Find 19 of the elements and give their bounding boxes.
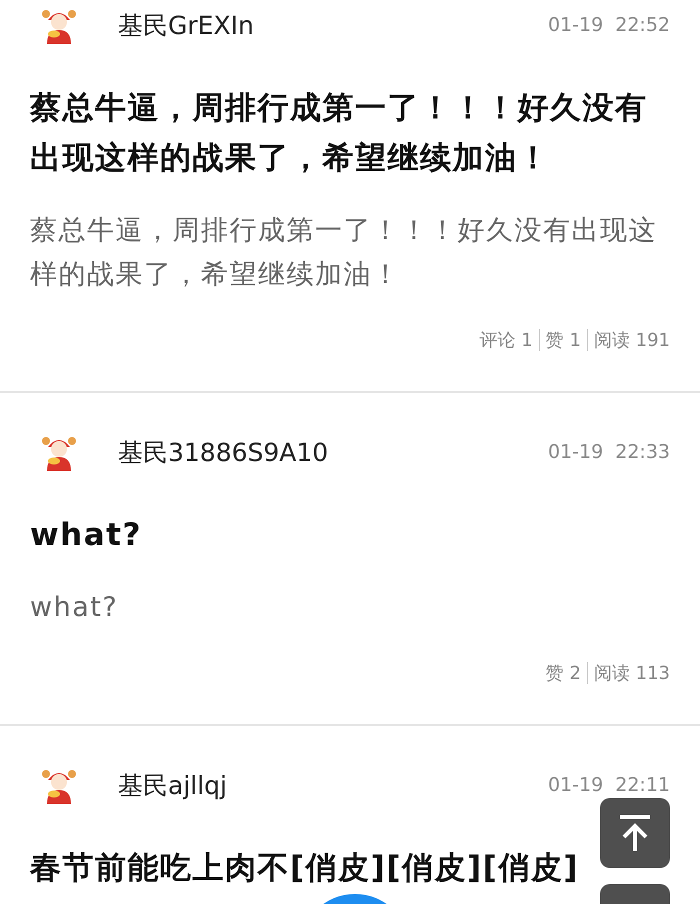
post-title[interactable]: 蔡总牛逼，周排行成第一了！！！好久没有出现这样的战果了，希望继续加油！ [30,83,670,183]
post-title[interactable]: 春节前能吃上肉不[俏皮][俏皮][俏皮] [30,843,580,893]
post-stat: 阅读 191 [594,329,670,352]
back-to-top-button[interactable] [600,798,670,868]
post-body: what? [30,591,120,625]
post-stat: 赞 1 [546,329,581,352]
arrow-up-icon [618,814,652,852]
post-stat: 评论 1 [480,329,533,352]
floating-button[interactable] [600,884,670,904]
post-time: 01-19 22:11 [548,774,670,796]
post-body: 蔡总牛逼，周排行成第一了！！！好久没有出现这样的战果了，希望继续加油！ [30,214,658,292]
post-title[interactable]: what? [30,510,142,560]
post-stat: 赞 2 [546,662,581,685]
post-stat: 阅读 113 [594,662,670,685]
username[interactable]: 基民31886S9A10 [118,436,548,468]
post-time: 01-19 22:33 [548,441,670,463]
post-time: 01-19 22:52 [548,14,670,36]
username[interactable]: 基民GrEXIn [118,8,548,42]
username[interactable]: 基民ajllqj [118,768,548,802]
